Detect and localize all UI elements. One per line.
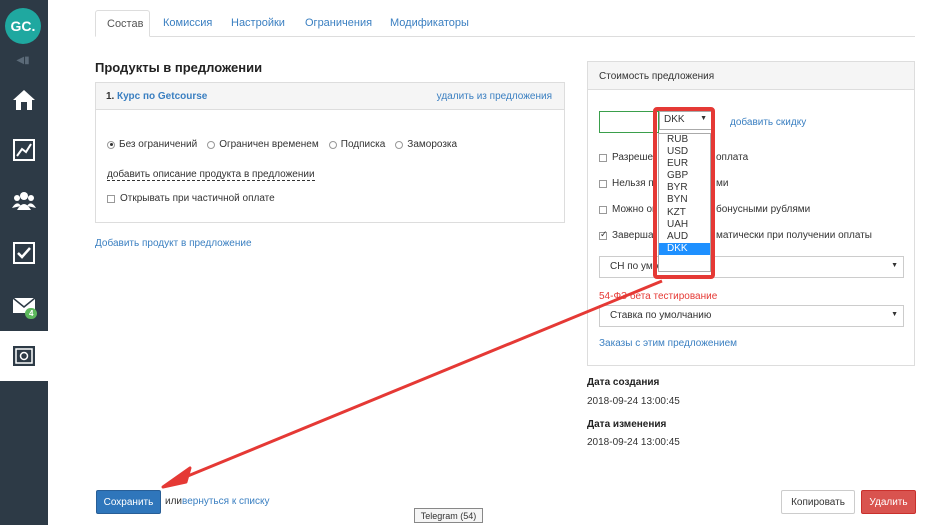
radio-label: Без ограничений — [119, 139, 198, 150]
checkbox[interactable] — [599, 205, 607, 214]
copy-button[interactable]: Копировать — [781, 490, 855, 514]
rate-select-value: Ставка по умолчанию — [610, 310, 712, 321]
checkbox-row-2[interactable]: Нельзя п — [599, 178, 654, 189]
product-header: 1. Курс по Getcourse удалить из предложе… — [96, 83, 564, 110]
product-name-link[interactable]: Курс по Getcourse — [117, 91, 207, 102]
access-type-radios: Без ограничений Ограничен временем Подпи… — [107, 139, 457, 150]
tooltip: Telegram (54) — [414, 508, 483, 523]
users-icon — [12, 192, 36, 210]
radio-dot[interactable] — [395, 140, 404, 149]
sidebar-item-stats[interactable] — [0, 125, 48, 175]
radio-label: Ограничен временем — [219, 139, 319, 150]
checkbox[interactable] — [599, 153, 607, 162]
add-product-link[interactable]: Добавить продукт в предложение — [95, 238, 252, 249]
checkbox[interactable] — [599, 179, 607, 188]
fz-beta-label: 54-ФЗ бета тестирование — [599, 291, 718, 302]
radio-unlimited[interactable]: Без ограничений — [107, 139, 197, 150]
checkbox-label: Разреше — [612, 152, 654, 163]
collapse-icon[interactable]: ◀▮ — [15, 55, 31, 66]
radio-dot[interactable] — [107, 140, 115, 149]
radio-label: Заморозка — [407, 139, 458, 150]
price-heading: Стоимость предложения — [588, 62, 914, 90]
checkbox-label-tail: матически при получении оплаты — [716, 230, 872, 241]
checkbox[interactable] — [599, 229, 608, 240]
price-input[interactable] — [599, 111, 659, 133]
radio-freeze[interactable]: Заморозка — [395, 139, 457, 150]
safe-icon — [13, 346, 35, 366]
checkbox-label-tail: бонусными рублями — [716, 204, 811, 215]
tab-bar: Состав Комиссия Настройки Ограничения Мо… — [95, 10, 915, 37]
modified-label: Дата изменения — [587, 419, 667, 430]
add-discount-link[interactable]: добавить скидку — [730, 117, 806, 128]
checkbox-row-4[interactable]: Заверша — [599, 229, 654, 241]
created-label: Дата создания — [587, 377, 660, 388]
dropdown-arrow-icon: ▼ — [891, 262, 898, 269]
tab-restrictions[interactable]: Ограничения — [294, 10, 383, 37]
products-heading: Продукты в предложении — [95, 60, 263, 75]
orders-link[interactable]: Заказы с этим предложением — [599, 338, 737, 349]
sidebar-item-tasks[interactable] — [0, 228, 48, 278]
save-button[interactable]: Сохранить — [96, 490, 161, 514]
checkbox-label: Нельзя п — [612, 178, 654, 189]
checkbox-row-1[interactable]: Разреше — [599, 152, 653, 163]
checkbox-label: Можно оп — [612, 204, 658, 215]
sidebar-item-mail[interactable]: 4 — [0, 280, 48, 330]
radio-subscription[interactable]: Подписка — [328, 139, 386, 150]
checkbox-row-3[interactable]: Можно оп — [599, 204, 657, 215]
radio-label: Подписка — [340, 139, 386, 150]
logo[interactable]: GC. — [5, 8, 41, 44]
partial-payment-checkbox[interactable] — [107, 194, 115, 203]
dropdown-arrow-icon: ▼ — [891, 311, 898, 318]
product-number: 1. — [106, 91, 115, 102]
or-text: или — [165, 496, 183, 507]
sidebar-item-sales[interactable] — [0, 331, 48, 381]
highlight-box — [653, 107, 715, 279]
checkbox-icon — [13, 242, 35, 264]
tax-select[interactable]: СН по умо ▼ — [599, 256, 904, 278]
partial-payment-label: Открывать при частичной оплате — [120, 193, 275, 204]
tab-modifiers[interactable]: Модификаторы — [379, 10, 480, 37]
back-to-list-link[interactable]: вернуться к списку — [182, 496, 269, 507]
checkbox-label-tail: оплата — [716, 152, 749, 163]
modified-value: 2018-09-24 13:00:45 — [587, 437, 680, 448]
price-panel: Стоимость предложения DKK ▼ добавить ски… — [587, 61, 915, 366]
tab-settings[interactable]: Настройки — [220, 10, 296, 37]
tab-commission[interactable]: Комиссия — [152, 10, 223, 37]
created-value: 2018-09-24 13:00:45 — [587, 396, 680, 407]
sidebar: GC. ◀▮ 4 — [0, 0, 48, 525]
add-description-link[interactable]: добавить описание продукта в предложении — [107, 169, 315, 181]
tax-select-value: СН по умо — [610, 261, 659, 272]
sidebar-item-home[interactable] — [0, 75, 48, 125]
radio-dot[interactable] — [207, 140, 216, 149]
radio-time-limited[interactable]: Ограничен временем — [207, 139, 319, 150]
partial-payment-row[interactable]: Открывать при частичной оплате — [107, 193, 275, 204]
remove-product-link[interactable]: удалить из предложения — [437, 91, 552, 102]
delete-button[interactable]: Удалить — [861, 490, 916, 514]
checkbox-label-tail: ми — [716, 178, 729, 189]
rate-select[interactable]: Ставка по умолчанию ▼ — [599, 305, 904, 327]
chart-icon — [13, 139, 35, 161]
sidebar-item-users[interactable] — [0, 176, 48, 226]
home-icon — [13, 90, 35, 110]
checkbox-label: Заверша — [612, 230, 654, 241]
tab-composition[interactable]: Состав — [95, 10, 150, 37]
radio-dot[interactable] — [328, 140, 337, 149]
product-box: 1. Курс по Getcourse удалить из предложе… — [95, 82, 565, 223]
